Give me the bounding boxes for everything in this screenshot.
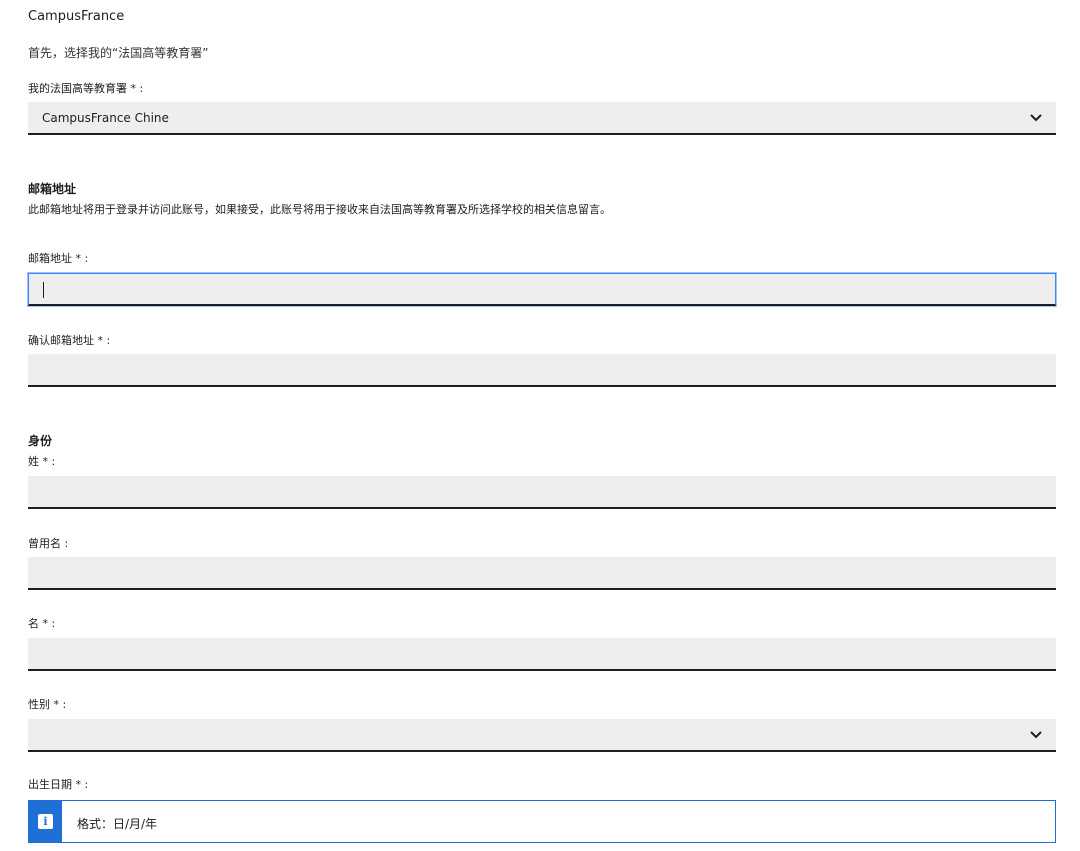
first-name-input[interactable] bbox=[28, 638, 1056, 669]
identity-section-title: 身份 bbox=[28, 434, 53, 448]
confirm-email-label: 确认邮箱地址 * : bbox=[28, 334, 111, 347]
birthdate-label: 出生日期 * : bbox=[28, 778, 89, 791]
intro-text: 首先，选择我的“法国高等教育署” bbox=[28, 46, 209, 60]
common-name-input[interactable] bbox=[28, 557, 1056, 588]
agency-select-value: CampusFrance Chine bbox=[42, 111, 169, 125]
gender-select[interactable] bbox=[28, 719, 1056, 752]
gender-label: 性别 * : bbox=[28, 698, 67, 711]
agency-label: 我的法国高等教育署 * : bbox=[28, 82, 144, 95]
agency-select[interactable]: CampusFrance Chine bbox=[28, 102, 1056, 135]
last-name-input[interactable] bbox=[28, 476, 1056, 507]
email-label: 邮箱地址 * : bbox=[28, 252, 89, 265]
last-name-label: 姓 * : bbox=[28, 455, 56, 468]
info-icon: i bbox=[38, 814, 53, 829]
last-name-field[interactable] bbox=[28, 476, 1056, 509]
first-name-field[interactable] bbox=[28, 638, 1056, 671]
brand-name: CampusFrance bbox=[28, 9, 125, 24]
email-section-description: 此邮箱地址将用于登录并访问此账号，如果接受，此账号将用于接收来自法国高等教育署及… bbox=[28, 203, 611, 216]
chevron-down-icon bbox=[1030, 114, 1042, 122]
birthdate-format-info: i 格式：日/月/年 bbox=[28, 800, 1056, 843]
email-section-title: 邮箱地址 bbox=[28, 182, 77, 196]
email-field[interactable] bbox=[27, 272, 1057, 307]
confirm-email-input[interactable] bbox=[28, 354, 1056, 385]
birthdate-format-hint: 格式：日/月/年 bbox=[77, 817, 158, 831]
common-name-label: 曾用名 : bbox=[28, 537, 69, 550]
email-input[interactable] bbox=[29, 274, 1055, 304]
info-icon-container: i bbox=[29, 801, 62, 842]
chevron-down-icon bbox=[1030, 731, 1042, 739]
text-caret bbox=[43, 282, 44, 298]
confirm-email-field[interactable] bbox=[28, 354, 1056, 387]
common-name-field[interactable] bbox=[28, 557, 1056, 590]
first-name-label: 名 * : bbox=[28, 617, 56, 630]
